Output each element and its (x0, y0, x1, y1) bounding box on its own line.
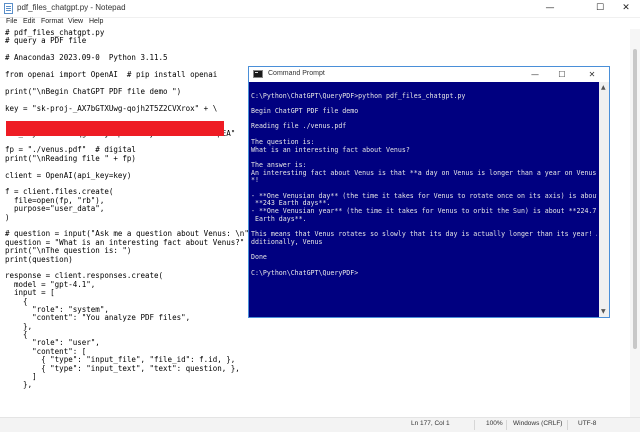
menu-format[interactable]: Format (41, 18, 63, 25)
console-line: C:\Python\ChatGPT\QueryPDF>python pdf_fi… (251, 91, 466, 100)
command-prompt-window: Command Prompt — ☐ ✕ C:\Python\ChatGPT\Q… (248, 66, 610, 318)
code-line: }, (5, 321, 33, 331)
notepad-menu-bar: File Edit Format View Help (0, 17, 640, 29)
menu-file[interactable]: File (6, 18, 17, 25)
redaction-bar (6, 121, 224, 136)
notepad-app-icon (4, 3, 13, 14)
status-divider (567, 420, 568, 430)
code-line: "role": "user", (5, 338, 100, 348)
status-divider (474, 420, 475, 430)
minimize-button[interactable]: — (535, 0, 565, 17)
console-line: *! (251, 176, 259, 185)
code-line: { "type": "input_text", "text": question… (5, 363, 240, 373)
encoding: UTF-8 (578, 420, 597, 427)
console-line: An interesting fact about Venus is that … (251, 168, 597, 177)
console-line: Earth days**. (251, 214, 307, 223)
code-line: ] (5, 372, 37, 382)
cmd-close-button[interactable]: ✕ (579, 67, 605, 82)
cmd-vertical-scrollbar[interactable]: ▲ ▼ (599, 82, 609, 317)
menu-view[interactable]: View (68, 18, 83, 25)
code-line: # query a PDF file (5, 36, 87, 46)
scroll-down-arrow-icon[interactable]: ▼ (601, 308, 606, 315)
cmd-minimize-button[interactable]: — (522, 67, 548, 82)
console-line: Done (251, 253, 267, 262)
zoom-level: 100% (486, 420, 503, 427)
cmd-window-title: Command Prompt (268, 70, 325, 77)
cmd-maximize-button[interactable]: ☐ (549, 67, 575, 82)
notepad-status-bar: Ln 177, Col 1 100% Windows (CRLF) UTF-8 (0, 417, 640, 432)
cmd-title-bar[interactable]: Command Prompt — ☐ ✕ (249, 67, 609, 82)
line-ending: Windows (CRLF) (513, 420, 563, 427)
code-line: # Anaconda3 2023.09-0 Python 3.11.5 (5, 53, 168, 63)
cmd-app-icon (253, 70, 263, 78)
console-line: Begin ChatGPT PDF file demo (251, 107, 359, 116)
console-line: C:\Python\ChatGPT\QueryPDF> (251, 268, 359, 277)
close-button[interactable]: ✕ (611, 0, 640, 17)
code-line: }, (5, 380, 33, 390)
notepad-title-bar[interactable]: pdf_files_chatgpt.py - Notepad — ☐ ✕ (0, 0, 640, 18)
menu-help[interactable]: Help (89, 18, 103, 25)
notepad-window-title: pdf_files_chatgpt.py - Notepad (17, 3, 126, 12)
cmd-console-output[interactable]: C:\Python\ChatGPT\QueryPDF>python pdf_fi… (251, 85, 597, 317)
notepad-vertical-scrollbar[interactable] (630, 29, 640, 417)
scroll-up-arrow-icon[interactable]: ▲ (601, 84, 606, 91)
cursor-position: Ln 177, Col 1 (411, 420, 450, 427)
code-line: # pdf_files_chatgpt.py (5, 29, 105, 37)
status-divider (506, 420, 507, 430)
console-line: What is an interesting fact about Venus? (251, 145, 410, 154)
console-line: Reading file ./venus.pdf (251, 122, 347, 131)
console-line: dditionally, Venus (251, 237, 323, 246)
menu-edit[interactable]: Edit (23, 18, 35, 25)
scrollbar-thumb[interactable] (633, 49, 637, 349)
